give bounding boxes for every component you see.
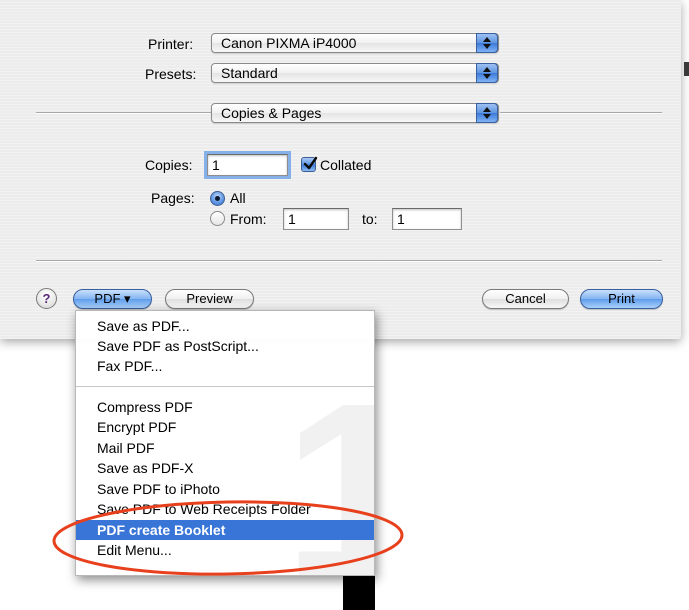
menu-item-edit-menu[interactable]: Edit Menu... (76, 540, 374, 560)
pages-from-label: From: (230, 211, 267, 227)
screenshot-root: Printer: Canon PIXMA iP4000 Presets: Sta… (0, 0, 689, 610)
presets-label: Presets: (145, 66, 197, 82)
pdf-menu: 1 Save as PDF... Save PDF as PostScript.… (75, 310, 375, 576)
help-button[interactable]: ? (36, 288, 57, 309)
menu-item-compress-pdf[interactable]: Compress PDF (76, 397, 374, 417)
checkmark-icon (303, 156, 318, 170)
menu-item-save-pdf-to-iphoto[interactable]: Save PDF to iPhoto (76, 479, 374, 499)
pages-from-field[interactable]: 1 (283, 208, 349, 230)
presets-popup-value: Standard (221, 65, 278, 81)
printer-popup[interactable]: Canon PIXMA iP4000 (211, 33, 499, 53)
panel-popup[interactable]: Copies & Pages (211, 103, 499, 123)
background-window-edge (684, 62, 689, 76)
background-dark-block (343, 576, 375, 610)
updown-arrows-icon (476, 33, 498, 53)
pages-all-label: All (230, 190, 246, 206)
menu-item-fax-pdf[interactable]: Fax PDF... (76, 356, 374, 376)
printer-label: Printer: (148, 36, 194, 52)
separator-right (500, 112, 662, 114)
printer-popup-value: Canon PIXMA iP4000 (221, 35, 357, 51)
preview-button[interactable]: Preview (165, 289, 254, 309)
copies-label: Copies: (145, 157, 193, 173)
pages-label: Pages: (151, 190, 195, 206)
collated-label: Collated (320, 157, 372, 173)
menu-item-save-pdf-as-postscript[interactable]: Save PDF as PostScript... (76, 336, 374, 356)
cancel-button[interactable]: Cancel (482, 289, 569, 309)
collated-checkbox[interactable] (301, 156, 318, 172)
menu-item-encrypt-pdf[interactable]: Encrypt PDF (76, 417, 374, 437)
presets-popup[interactable]: Standard (211, 63, 499, 83)
menu-separator (76, 386, 374, 387)
pages-to-label: to: (362, 211, 378, 227)
menu-item-mail-pdf[interactable]: Mail PDF (76, 438, 374, 458)
print-button[interactable]: Print (580, 289, 663, 309)
updown-arrows-icon (476, 103, 498, 123)
pages-from-radio[interactable] (210, 211, 225, 226)
pages-to-field[interactable]: 1 (392, 208, 462, 230)
panel-popup-value: Copies & Pages (221, 105, 322, 121)
menu-item-save-as-pdf-x[interactable]: Save as PDF-X (76, 458, 374, 478)
print-dialog-sheet: Printer: Canon PIXMA iP4000 Presets: Sta… (0, 0, 681, 339)
menu-item-pdf-create-booklet[interactable]: PDF create Booklet (76, 520, 374, 540)
updown-arrows-icon (476, 63, 498, 83)
menu-item-save-as-pdf[interactable]: Save as PDF... (76, 316, 374, 336)
copies-field[interactable]: 1 (204, 151, 291, 179)
pages-all-radio[interactable] (210, 191, 225, 206)
bottom-separator (36, 260, 662, 262)
menu-item-save-pdf-to-web-receipts[interactable]: Save PDF to Web Receipts Folder (76, 499, 374, 519)
pdf-button[interactable]: PDF ▾ (73, 289, 152, 309)
separator-left (36, 112, 211, 114)
